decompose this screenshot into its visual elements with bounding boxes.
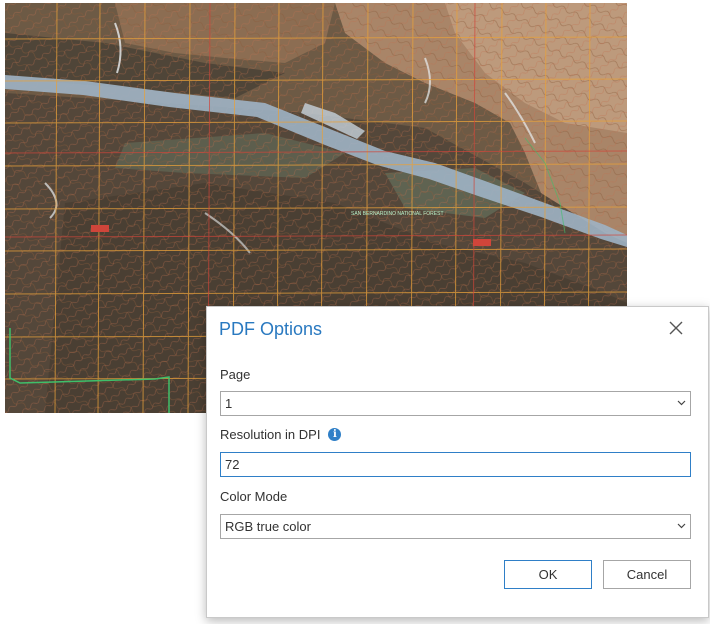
close-icon [669,321,683,335]
ok-button[interactable]: OK [504,560,592,589]
resolution-input-value: 72 [225,457,240,472]
resolution-label: Resolution in DPI i [220,427,342,442]
color-mode-select[interactable]: RGB true color [220,514,691,539]
color-mode-label-text: Color Mode [220,489,288,504]
color-mode-select-value: RGB true color [225,519,311,534]
page-label: Page [220,367,250,382]
page-select[interactable]: 1 [220,391,691,416]
page-label-text: Page [220,367,251,382]
page-select-value: 1 [225,396,233,411]
color-mode-label: Color Mode [220,489,287,504]
pdf-options-dialog: PDF Options Page 1 Resolution in DPI i 7… [206,306,709,618]
chevron-down-icon [677,523,686,529]
chevron-down-icon [677,400,686,406]
close-button[interactable] [663,315,689,341]
resolution-input[interactable]: 72 [220,452,691,477]
map-label: SAN BERNARDINO NATIONAL FOREST [351,211,444,217]
dialog-title: PDF Options [219,319,323,339]
info-icon[interactable]: i [328,428,342,441]
resolution-label-text: Resolution in DPI [220,427,321,442]
cancel-button[interactable]: Cancel [603,560,691,589]
